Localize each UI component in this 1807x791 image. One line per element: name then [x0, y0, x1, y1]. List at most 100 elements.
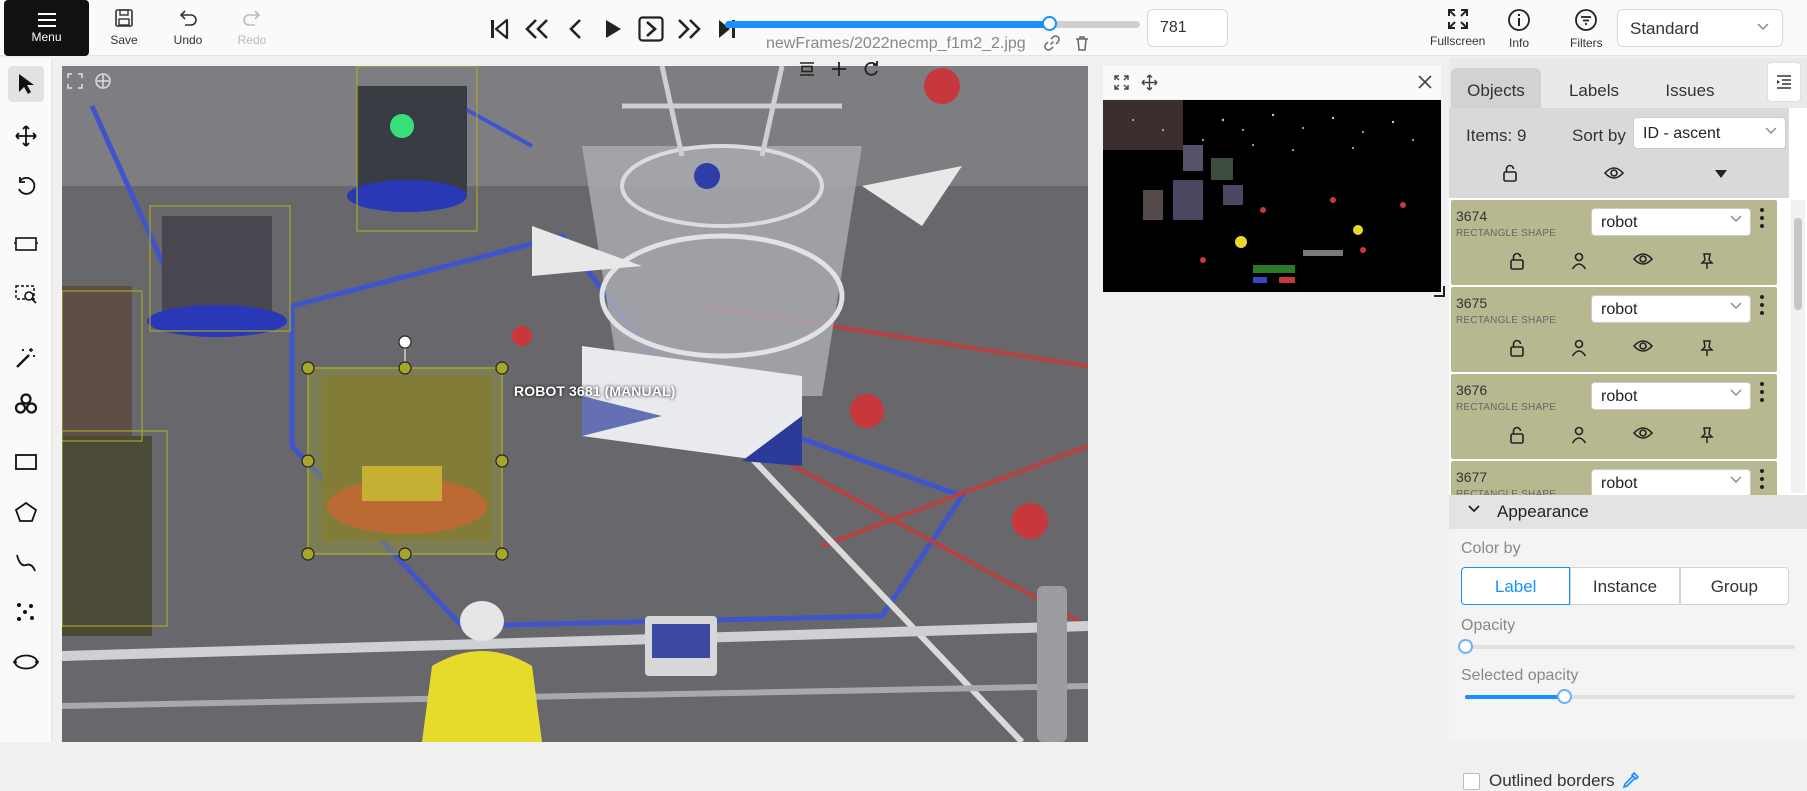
selected-opacity-slider-fill [1465, 695, 1564, 699]
polygon-tool[interactable] [8, 494, 44, 530]
object-label-select[interactable]: robot [1591, 382, 1751, 410]
appearance-header[interactable]: Appearance [1449, 495, 1807, 529]
eye-icon[interactable] [1633, 252, 1653, 266]
annotation-canvas[interactable]: ROBOT 3681 (MANUAL) [62, 66, 1088, 742]
more-vertical-icon[interactable] [1759, 293, 1765, 317]
pin-icon[interactable] [1699, 252, 1715, 270]
play-button[interactable] [598, 14, 628, 44]
redo-button[interactable]: Redo [222, 8, 282, 50]
eye-icon[interactable] [1633, 426, 1653, 440]
unlock-all-icon[interactable] [1502, 164, 1518, 182]
fast-forward-button[interactable] [674, 14, 704, 44]
resize-handle-icon[interactable] [1433, 285, 1445, 297]
filters-button[interactable]: Filters [1570, 8, 1603, 50]
color-by-label-option[interactable]: Label [1461, 567, 1571, 605]
magic-wand-tool[interactable] [8, 340, 44, 376]
unlock-icon[interactable] [1509, 339, 1525, 357]
filter-icon [1575, 9, 1598, 31]
outlined-borders-checkbox[interactable] [1463, 773, 1480, 790]
refresh-icon[interactable] [862, 60, 880, 78]
tab-issues[interactable]: Issues [1645, 68, 1735, 108]
rectangle-tool[interactable] [8, 444, 44, 480]
opacity-slider-handle[interactable] [1458, 639, 1473, 654]
ellipse-tool[interactable] [8, 644, 44, 680]
object-label-select[interactable]: robot [1591, 295, 1751, 323]
undo-button[interactable]: Undo [158, 8, 218, 50]
tab-labels[interactable]: Labels [1549, 68, 1639, 108]
cursor-tool[interactable] [8, 66, 44, 102]
object-card-3676[interactable]: 3676 RECTANGLE SHAPE robot [1451, 374, 1777, 459]
fast-backward-button[interactable] [522, 14, 552, 44]
move-icon[interactable] [1141, 74, 1158, 91]
align-icon[interactable] [798, 60, 816, 78]
selected-opacity-slider-handle[interactable] [1557, 689, 1572, 704]
zoom-region-tool[interactable] [8, 276, 44, 312]
object-card-3674[interactable]: 3674 RECTANGLE SHAPE robot [1451, 200, 1777, 285]
fullscreen-button[interactable]: Fullscreen [1430, 8, 1485, 48]
frame-slider[interactable] [725, 16, 1140, 31]
object-card-3675[interactable]: 3675 RECTANGLE SHAPE robot [1451, 287, 1777, 372]
selected-opacity-slider[interactable] [1465, 689, 1795, 704]
workspace-select[interactable]: Standard [1617, 9, 1783, 47]
top-toolbar: Menu Save Undo Redo 781 newFrames/2022ne… [0, 0, 1807, 56]
chevron-down-icon [1468, 505, 1480, 513]
color-by-label: Color by [1461, 540, 1521, 557]
more-vertical-icon[interactable] [1759, 467, 1765, 491]
objects-list-scrollbar[interactable] [1791, 200, 1805, 493]
object-card-3677[interactable]: 3677 RECTANGLE SHAPE robot [1451, 461, 1777, 495]
caret-down-icon[interactable] [1714, 169, 1728, 179]
eye-all-icon[interactable] [1604, 166, 1624, 180]
selected-object-label: ROBOT 3681 (MANUAL) [514, 383, 676, 399]
opacity-slider[interactable] [1458, 639, 1795, 654]
points-tool[interactable] [8, 594, 44, 630]
unlock-icon[interactable] [1509, 252, 1525, 270]
eye-icon[interactable] [1633, 339, 1653, 353]
first-frame-button[interactable] [484, 14, 514, 44]
rotate-tool[interactable] [8, 168, 44, 204]
crosshair-icon[interactable] [94, 72, 112, 90]
user-icon[interactable] [1571, 426, 1587, 444]
save-button[interactable]: Save [94, 8, 154, 50]
minimap-preview[interactable] [1103, 100, 1441, 292]
delete-frame-icon[interactable] [1074, 35, 1090, 51]
plus-icon[interactable] [830, 60, 848, 78]
user-icon[interactable] [1571, 252, 1587, 270]
color-by-group-option[interactable]: Group [1679, 567, 1789, 605]
color-by-instance-option[interactable]: Instance [1570, 567, 1680, 605]
frame-number-input[interactable]: 781 [1147, 9, 1228, 47]
ai-tools[interactable] [8, 386, 44, 422]
polyline-tool[interactable] [8, 544, 44, 580]
filters-label: Filters [1570, 36, 1603, 50]
minimap-header [1103, 66, 1441, 99]
frame-slider-handle[interactable] [1042, 16, 1057, 31]
collapse-sidebar-button[interactable] [1767, 62, 1801, 102]
next-chapter-button[interactable] [636, 14, 666, 44]
expand-icon[interactable] [1113, 74, 1130, 91]
scrollbar-thumb[interactable] [1794, 218, 1802, 310]
pin-icon[interactable] [1699, 426, 1715, 444]
more-vertical-icon[interactable] [1759, 380, 1765, 404]
move-tool[interactable] [8, 118, 44, 154]
appearance-title: Appearance [1497, 502, 1589, 521]
tab-objects[interactable]: Objects [1451, 68, 1541, 108]
pin-icon[interactable] [1699, 339, 1715, 357]
save-icon [115, 9, 133, 27]
close-icon[interactable] [1417, 74, 1433, 90]
object-label-value: robot [1601, 214, 1638, 231]
more-vertical-icon[interactable] [1759, 206, 1765, 230]
link-icon[interactable] [1044, 35, 1060, 51]
sort-by-label: Sort by [1572, 126, 1626, 145]
fullscreen-corner-icon[interactable] [66, 72, 84, 90]
object-label-select[interactable]: robot [1591, 469, 1751, 495]
unlock-icon[interactable] [1509, 426, 1525, 444]
eyedropper-icon[interactable] [1622, 771, 1640, 789]
opacity-label: Opacity [1461, 617, 1516, 634]
previous-frame-button[interactable] [560, 14, 590, 44]
object-label-select[interactable]: robot [1591, 208, 1751, 236]
fit-tool[interactable] [8, 226, 44, 262]
info-icon [1508, 9, 1530, 31]
user-icon[interactable] [1571, 339, 1587, 357]
sort-select[interactable]: ID - ascent [1633, 117, 1786, 149]
info-button[interactable]: Info [1507, 8, 1531, 50]
menu-button[interactable]: Menu [4, 0, 89, 56]
